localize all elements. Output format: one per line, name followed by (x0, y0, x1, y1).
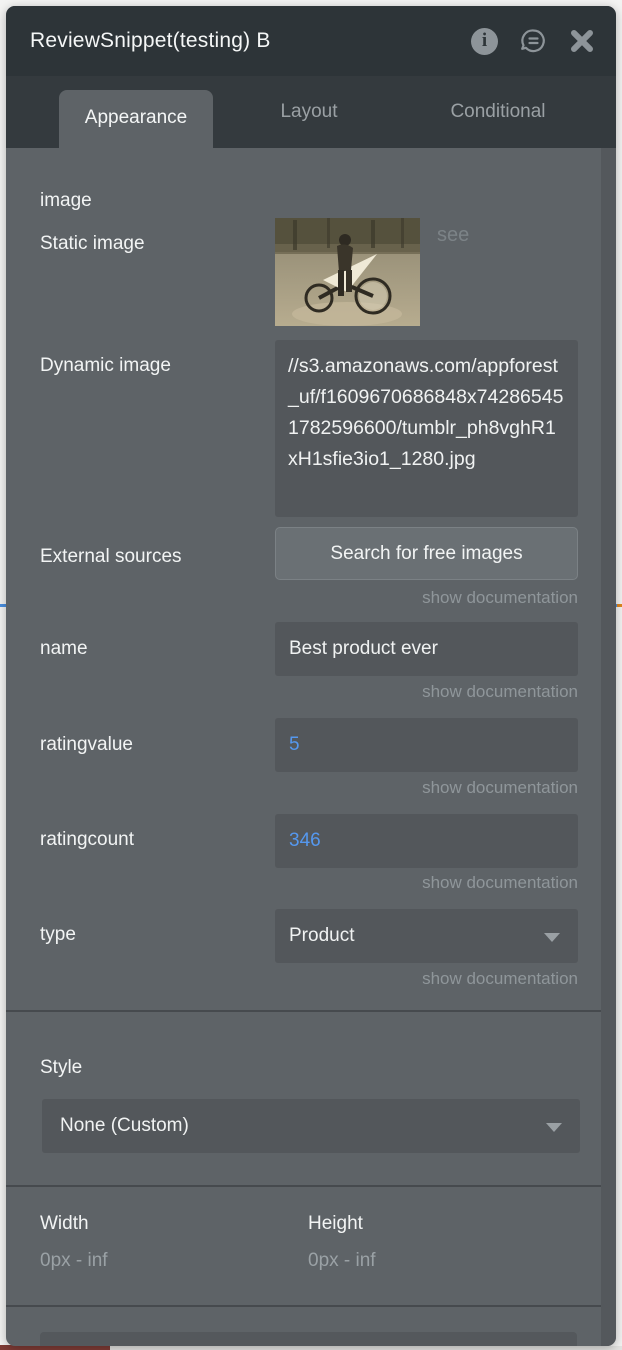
static-image-label: Static image (40, 233, 145, 255)
see-link[interactable]: see (437, 224, 469, 247)
show-documentation-link[interactable]: show documentation (422, 778, 578, 798)
ratingcount-input[interactable]: 346 (275, 814, 578, 868)
ratingcount-label: ratingcount (40, 829, 134, 851)
panel-header: ReviewSnippet(testing) B i (6, 6, 616, 76)
scrollbar-track[interactable] (601, 148, 616, 1346)
info-icon[interactable]: i (471, 28, 498, 55)
panel-title: ReviewSnippet(testing) B (6, 29, 471, 53)
chevron-down-icon (544, 933, 560, 942)
tab-appearance[interactable]: Appearance (59, 90, 213, 148)
height-label: Height (308, 1213, 363, 1235)
name-input[interactable]: Best product ever (275, 622, 578, 676)
height-range-value: 0px - inf (308, 1250, 376, 1272)
canvas-guide-line-orange (617, 604, 622, 607)
width-range-value: 0px - inf (40, 1250, 108, 1272)
name-label: name (40, 638, 88, 660)
clipped-dropdown[interactable] (40, 1332, 577, 1346)
close-icon[interactable] (568, 27, 596, 55)
width-label: Width (40, 1213, 89, 1235)
show-documentation-link[interactable]: show documentation (422, 873, 578, 893)
show-documentation-link[interactable]: show documentation (422, 588, 578, 608)
panel-body: image Static image (6, 148, 616, 1346)
tab-bar: Appearance Layout Conditional (6, 76, 616, 148)
dynamic-image-label: Dynamic image (40, 355, 171, 377)
style-dropdown[interactable]: None (Custom) (42, 1099, 580, 1153)
section-divider (6, 1010, 616, 1012)
type-label: type (40, 924, 76, 946)
section-divider (6, 1185, 616, 1187)
ratingvalue-input[interactable]: 5 (275, 718, 578, 772)
type-dropdown-value: Product (289, 925, 354, 946)
style-label: Style (40, 1057, 82, 1079)
tab-layout[interactable]: Layout (229, 76, 389, 148)
type-dropdown[interactable]: Product (275, 909, 578, 963)
tab-conditional[interactable]: Conditional (408, 76, 588, 148)
style-dropdown-value: None (Custom) (60, 1115, 189, 1136)
section-divider (6, 1305, 616, 1307)
external-sources-label: External sources (40, 546, 182, 568)
comment-icon[interactable] (518, 26, 548, 56)
ratingvalue-label: ratingvalue (40, 734, 133, 756)
header-icons: i (471, 26, 616, 56)
show-documentation-link[interactable]: show documentation (422, 969, 578, 989)
chevron-down-icon (546, 1123, 562, 1132)
property-editor-panel: ReviewSnippet(testing) B i Appearance La… (6, 6, 616, 1346)
search-free-images-button[interactable]: Search for free images (275, 527, 578, 580)
show-documentation-link[interactable]: show documentation (422, 682, 578, 702)
dynamic-image-input[interactable]: //s3.amazonaws.com/appforest_uf/f1609670… (275, 340, 578, 517)
static-image-thumbnail[interactable] (275, 218, 420, 326)
image-section-label: image (40, 190, 92, 212)
